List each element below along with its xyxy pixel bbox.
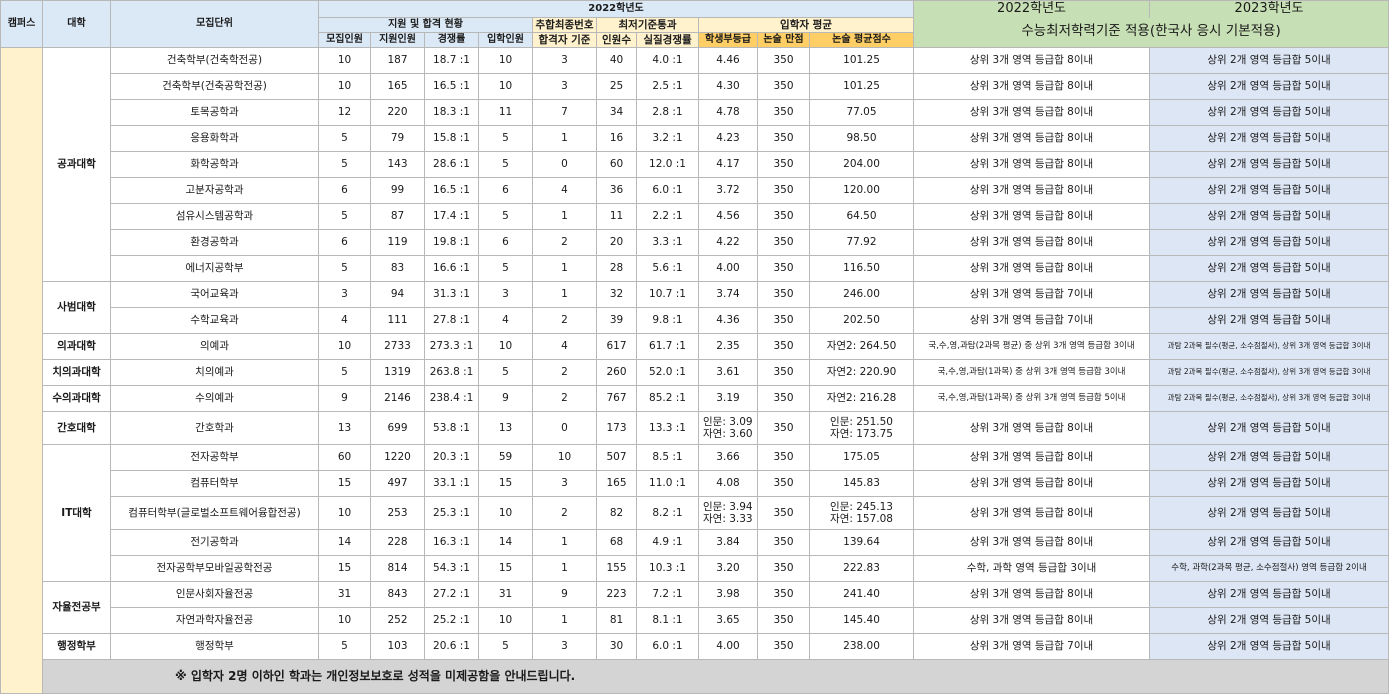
header-csat-2023-year: 2023학년도 — [1149, 0, 1390, 18]
table-row: 의과대학 의예과 10 2733 273.3 :1 10 4 617 61.7 :1 2.35 3… — [1, 333, 1390, 360]
header-campus: 캠퍼스 — [0, 0, 43, 48]
header-csat-title: 수능최저학력기준 적용(한국사 응시 기본적용) — [913, 17, 1390, 48]
header-col-admitted: 입학인원 — [478, 32, 533, 48]
unit-cell: 토목공학과 — [110, 99, 319, 126]
college-med: 의과대학 — [42, 333, 111, 360]
header-unit: 모집단위 — [110, 0, 319, 48]
table-row: 전기공학과 14 228 16.3 :1 14 1 68 4.9 :1 3.84 350 139.6… — [1, 529, 1390, 556]
header-csat-2022-year: 2022학년도 — [913, 0, 1151, 18]
table-row: 컴퓨터학부(글로벌소프트웨어융합전공) 10 253 25.3 :1 10 2 82 8.2 … — [1, 496, 1390, 530]
unit-cell: 치의예과 — [110, 359, 319, 386]
unit-cell: 간호학과 — [110, 411, 319, 445]
table-row: 환경공학과 6 119 19.8 :1 6 2 20 3.3 :1 4.22 350 77.92 상위… — [1, 229, 1390, 256]
footnote-row: ※ 입학자 2명 이하인 학과는 개인정보보호로 성적을 미제공함을 안내드립니… — [1, 659, 1390, 694]
header-group-apply: 지원 및 합격 현황 — [318, 17, 533, 33]
table-row: 치의과대학 치의예과 5 1319 263.8 :1 5 2 260 52.0 :1 3.61 3… — [1, 359, 1390, 386]
college-eng: 공과대학 — [42, 47, 111, 282]
table-row: 자율전공부 인문사회자율전공 31 843 27.2 :1 31 9 223 7.2 :1 3.… — [1, 581, 1390, 634]
unit-cell: 수의예과 — [110, 385, 319, 412]
table-row: 건축학부(건축공학전공) 10 165 16.5 :1 10 3 25 2.5 :1 4.30 3… — [1, 73, 1390, 100]
header-col-realratio: 실질경쟁률 — [636, 32, 699, 48]
college-free: 자율전공부 — [42, 581, 111, 634]
table-row: 컴퓨터학부 15 497 33.1 :1 15 3 165 11.0 :1 4.08 350 145… — [1, 470, 1390, 497]
college-edu: 사범대학 — [42, 281, 111, 334]
unit-cell: 행정학부 — [110, 633, 319, 660]
table-row: 응용화학과 5 79 15.8 :1 5 1 16 3.2 :1 4.23 350 98.50 상위 … — [1, 125, 1390, 152]
unit-cell: 전자공학부 — [110, 444, 319, 471]
unit-cell: 자연과학자율전공 — [110, 607, 319, 634]
unit-cell: 화학공학과 — [110, 151, 319, 178]
table-row: 간호대학 간호학과 13 699 53.8 :1 13 0 173 13.3 :1 인문: 3… — [1, 411, 1390, 445]
table-row: 섬유시스템공학과 5 87 17.4 :1 5 1 11 2.2 :1 4.56 350 64.50… — [1, 203, 1390, 230]
table-row: 고분자공학과 6 99 16.5 :1 6 4 36 6.0 :1 3.72 350 120.00 상… — [1, 177, 1390, 204]
header-group-extra: 추합최종번호 — [532, 17, 597, 33]
unit-cell: 수학교육과 — [110, 307, 319, 334]
college-dent: 치의과대학 — [42, 359, 111, 386]
table-row: 전자공학부모바일공학전공 15 814 54.3 :1 15 1 155 10.3 :1 3.2… — [1, 555, 1390, 582]
unit-cell: 의예과 — [110, 333, 319, 360]
header-col-passcount: 인원수 — [596, 32, 637, 48]
header-group-min: 최저기준통과 — [596, 17, 699, 33]
header-group-avg: 입학자 평균 — [697, 17, 915, 33]
footnote: ※ 입학자 2명 이하인 학과는 개인정보보호로 성적을 미제공함을 안내드립니… — [41, 659, 1390, 694]
header-college: 대학 — [42, 0, 111, 48]
header-col-extra: 합격자 기준 — [532, 32, 597, 48]
college-vet: 수의과대학 — [42, 385, 111, 412]
unit-cell: 건축학부(건축학전공) — [110, 47, 319, 74]
unit-cell: 섬유시스템공학과 — [110, 203, 319, 230]
unit-cell: 전기공학과 — [110, 529, 319, 556]
table-row: 공과대학 건축학부(건축학전공) 10 187 18.7 :1 10 3 40 4.0 :1 4… — [0, 47, 1390, 694]
table-row: 화학공학과 5 143 28.6 :1 5 0 60 12.0 :1 4.17 350 204.00… — [1, 151, 1390, 178]
unit-cell: 고분자공학과 — [110, 177, 319, 204]
table-row: 수의과대학 수의예과 9 2146 238.4 :1 9 2 767 85.2 :1 3.19 3… — [1, 385, 1390, 412]
header-col-ratio: 경쟁률 — [424, 32, 479, 48]
college-it: IT대학 — [42, 444, 111, 582]
header-col-essay-avg: 논술 평균점수 — [808, 32, 915, 48]
header-col-essay-full: 논술 만점 — [757, 32, 810, 48]
college-admin: 행정학부 — [42, 633, 111, 660]
unit-cell: 환경공학과 — [110, 229, 319, 256]
admission-results-table: 캠퍼스 대학 모집단위 2022학년도 2022학년도 2023학년도 지원 및… — [0, 0, 1390, 694]
table-row: 자연과학자율전공 10 252 25.2 :1 10 1 81 8.1 :1 3.65 350 14… — [1, 607, 1390, 634]
table-row: 토목공학과 12 220 18.3 :1 11 7 34 2.8 :1 4.78 350 77.05… — [1, 99, 1390, 126]
unit-cell: 컴퓨터학부 — [110, 470, 319, 497]
unit-cell: 전자공학부모바일공학전공 — [110, 555, 319, 582]
header-col-recruit: 모집인원 — [318, 32, 371, 48]
header-year-2022: 2022학년도 — [317, 0, 915, 18]
header-col-applicants: 지원인원 — [370, 32, 425, 48]
unit-cell: 응용화학과 — [110, 125, 319, 152]
college-nurse: 간호대학 — [42, 411, 111, 445]
table-row: 에너지공학부 5 83 16.6 :1 5 1 28 5.6 :1 4.00 350 116.50 상… — [1, 255, 1390, 282]
table-row: 행정학부 행정학부 5 103 20.6 :1 5 3 30 6.0 :1 4.00 350 238… — [1, 633, 1390, 660]
unit-cell: 건축학부(건축공학전공) — [110, 73, 319, 100]
campus-cell — [0, 47, 43, 694]
unit-cell: 에너지공학부 — [110, 255, 319, 282]
table-row: IT대학 전자공학부 60 1220 20.3 :1 59 10 507 8.5 :1 3.66… — [1, 444, 1390, 582]
unit-cell: 인문사회자율전공 — [110, 581, 319, 608]
unit-cell: 컴퓨터학부(글로벌소프트웨어융합전공) — [110, 496, 319, 530]
unit-cell: 국어교육과 — [110, 281, 319, 308]
table-row: 사범대학 국어교육과 3 94 31.3 :1 3 1 32 10.7 :1 3.74 350 24… — [1, 281, 1390, 334]
header-col-grade: 학생부등급 — [698, 32, 758, 48]
table-row: 수학교육과 4 111 27.8 :1 4 2 39 9.8 :1 4.36 350 202.50 상… — [1, 307, 1390, 334]
